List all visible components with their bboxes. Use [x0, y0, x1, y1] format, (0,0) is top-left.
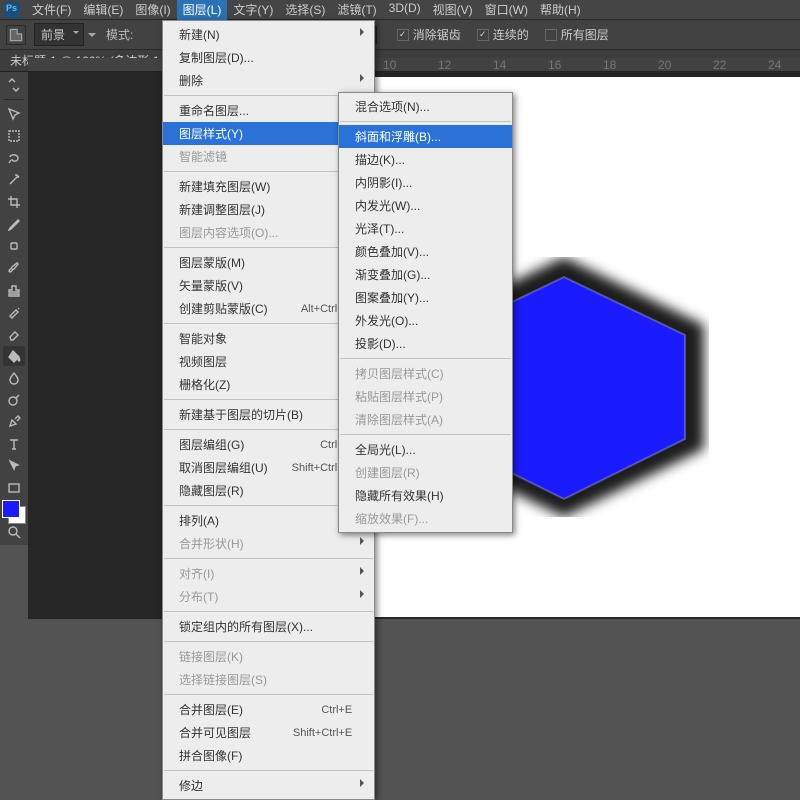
antialias-checkbox[interactable]: ✓消除锯齿 — [397, 26, 461, 43]
ruler-horizontal: 8 10 12 14 16 18 20 22 24 — [28, 58, 800, 72]
crop-tool-icon[interactable] — [3, 192, 25, 212]
shape-tool-icon[interactable] — [3, 478, 25, 498]
menu-item[interactable]: 描边(K)... — [339, 148, 512, 171]
mode-label: 模式: — [106, 26, 133, 43]
menu-item[interactable]: 外发光(O)... — [339, 309, 512, 332]
contiguous-checkbox[interactable]: ✓连续的 — [477, 26, 529, 43]
tool-preset-icon[interactable] — [6, 25, 26, 45]
menu-item: 对齐(I) — [163, 562, 374, 585]
menu-item[interactable]: 混合选项(N)... — [339, 95, 512, 118]
all-layers-checkbox[interactable]: 所有图层 — [545, 26, 609, 43]
layer-style-submenu: 混合选项(N)... 斜面和浮雕(B)...描边(K)...内阴影(I)...内发… — [338, 92, 513, 533]
stamp-tool-icon[interactable] — [3, 280, 25, 300]
menu-item[interactable]: 光泽(T)... — [339, 217, 512, 240]
menu-item: 链接图层(K) — [163, 645, 374, 668]
menu-3dd[interactable]: 3D(D) — [383, 0, 427, 20]
menu-item: 选择链接图层(S) — [163, 668, 374, 691]
menu-item[interactable]: 拼合图像(F) — [163, 744, 374, 767]
menu-item: 粘贴图层样式(P) — [339, 385, 512, 408]
lasso-tool-icon[interactable] — [3, 148, 25, 168]
menu-选择s[interactable]: 选择(S) — [279, 0, 331, 20]
menu-item[interactable]: 投影(D)... — [339, 332, 512, 355]
menu-窗口w[interactable]: 窗口(W) — [479, 0, 534, 20]
foreground-dropdown[interactable]: 前景 — [34, 23, 84, 46]
marquee-tool-icon[interactable] — [3, 126, 25, 146]
type-tool-icon[interactable] — [3, 434, 25, 454]
menu-文字y[interactable]: 文字(Y) — [227, 0, 279, 20]
menu-item: 清除图层样式(A) — [339, 408, 512, 431]
menu-item[interactable]: 图案叠加(Y)... — [339, 286, 512, 309]
menu-item[interactable]: 内阴影(I)... — [339, 171, 512, 194]
menu-文件f[interactable]: 文件(F) — [26, 0, 77, 20]
options-bar: 前景 模式: 差: 32 ✓消除锯齿 ✓连续的 所有图层 — [0, 20, 800, 50]
menu-item: 缩放效果(F)... — [339, 507, 512, 530]
menu-item: 拷贝图层样式(C) — [339, 362, 512, 385]
menu-图像i[interactable]: 图像(I) — [129, 0, 176, 20]
eraser-tool-icon[interactable] — [3, 324, 25, 344]
menu-图层l[interactable]: 图层(L) — [177, 0, 228, 20]
brush-tool-icon[interactable] — [3, 258, 25, 278]
history-brush-icon[interactable] — [3, 302, 25, 322]
zoom-tool-icon[interactable] — [3, 522, 25, 542]
mode-arrow-icon — [88, 33, 96, 41]
menu-item[interactable]: 修边 — [163, 774, 374, 797]
app-icon-photoshop — [4, 2, 20, 18]
menu-item[interactable]: 隐藏所有效果(H) — [339, 484, 512, 507]
menu-item[interactable]: 颜色叠加(V)... — [339, 240, 512, 263]
healing-tool-icon[interactable] — [3, 236, 25, 256]
path-select-icon[interactable] — [3, 456, 25, 476]
menu-item[interactable]: 锁定组内的所有图层(X)... — [163, 615, 374, 638]
menu-视图v[interactable]: 视图(V) — [427, 0, 479, 20]
menu-item[interactable]: 渐变叠加(G)... — [339, 263, 512, 286]
blur-tool-icon[interactable] — [3, 368, 25, 388]
menu-item: 合并形状(H) — [163, 532, 374, 555]
toolbox — [0, 72, 28, 545]
menu-item[interactable]: 复制图层(D)... — [163, 46, 374, 69]
menu-item[interactable]: 新建(N) — [163, 23, 374, 46]
wand-tool-icon[interactable] — [3, 170, 25, 190]
menu-item[interactable]: 全局光(L)... — [339, 438, 512, 461]
double-arrow-icon[interactable] — [3, 75, 25, 95]
color-swatch[interactable] — [2, 500, 26, 524]
menu-item[interactable]: 合并可见图层Shift+Ctrl+E — [163, 721, 374, 744]
menu-item[interactable]: 内发光(W)... — [339, 194, 512, 217]
menu-item[interactable]: 删除 — [163, 69, 374, 92]
foreground-color[interactable] — [2, 500, 20, 518]
pen-tool-icon[interactable] — [3, 412, 25, 432]
menu-帮助h[interactable]: 帮助(H) — [534, 0, 587, 20]
menu-滤镜t[interactable]: 滤镜(T) — [331, 0, 382, 20]
menu-item: 创建图层(R) — [339, 461, 512, 484]
menu-item: 分布(T) — [163, 585, 374, 608]
menu-item[interactable]: 斜面和浮雕(B)... — [339, 125, 512, 148]
move-tool-icon[interactable] — [3, 104, 25, 124]
dodge-tool-icon[interactable] — [3, 390, 25, 410]
menu-item[interactable]: 合并图层(E)Ctrl+E — [163, 698, 374, 721]
menu-编辑e[interactable]: 编辑(E) — [77, 0, 129, 20]
menu-bar: 文件(F)编辑(E)图像(I)图层(L)文字(Y)选择(S)滤镜(T)3D(D)… — [0, 0, 800, 20]
bucket-tool-icon[interactable] — [3, 346, 25, 366]
eyedropper-tool-icon[interactable] — [3, 214, 25, 234]
